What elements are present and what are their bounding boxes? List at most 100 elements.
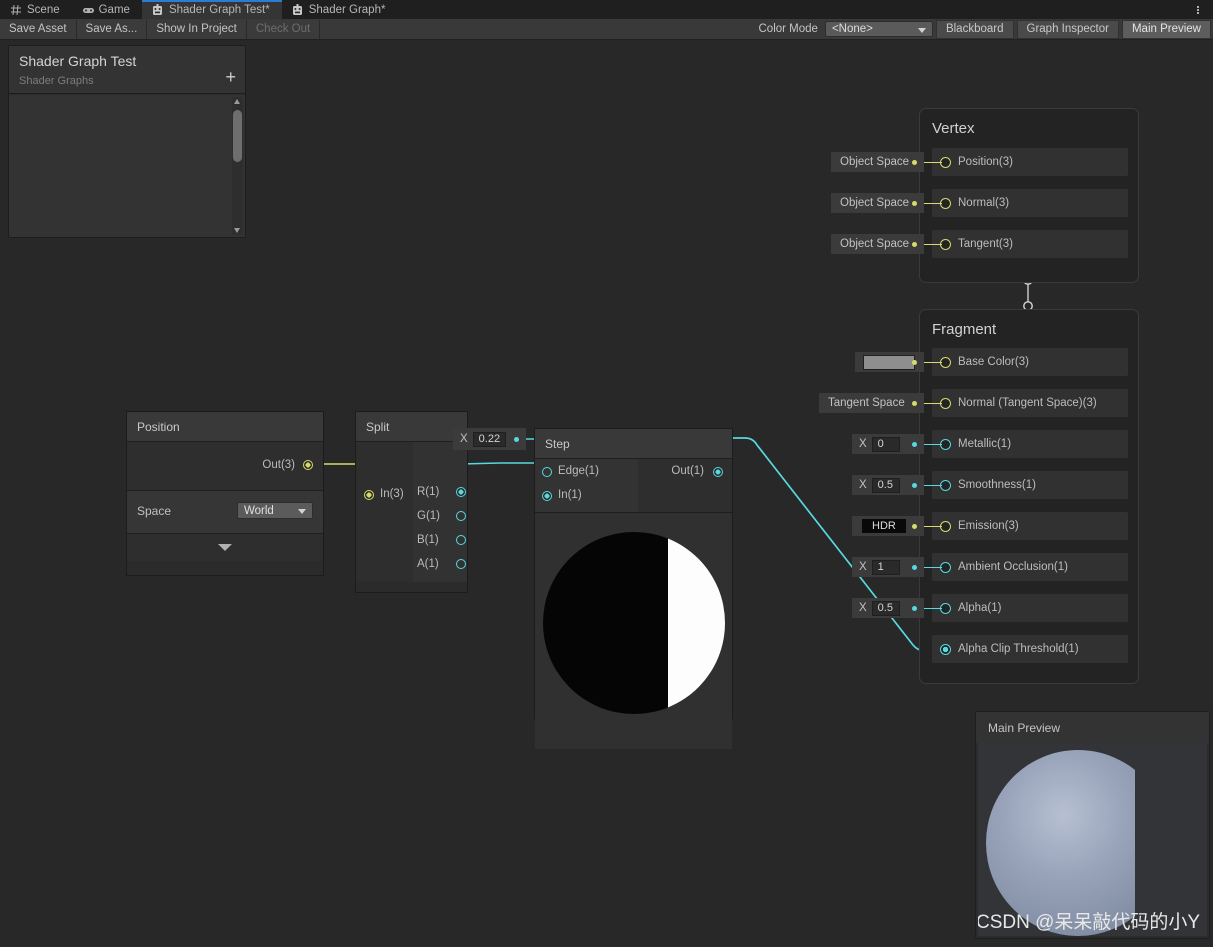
- vertex-normal-space-chip[interactable]: Object Space: [831, 193, 924, 213]
- tab-shader-graph[interactable]: Shader Graph*: [281, 0, 398, 19]
- fragment-normal-space-value: Tangent Space: [828, 397, 905, 409]
- step-edge-value-chip[interactable]: X 0.22: [453, 428, 527, 450]
- fragment-slot-alpha-clip-threshold-label: Alpha Clip Threshold(1): [958, 643, 1079, 655]
- fragment-slot-emission[interactable]: Emission(3): [932, 512, 1128, 540]
- fragment-slot-alpha-clip-threshold[interactable]: Alpha Clip Threshold(1): [932, 635, 1128, 663]
- fragment-metallic-input[interactable]: 0: [871, 436, 900, 452]
- fragment-ambient-occlusion-chip[interactable]: X 1: [852, 557, 924, 577]
- split-out-b-port[interactable]: [456, 535, 466, 545]
- check-out-button: Check Out: [246, 19, 321, 39]
- base-color-swatch[interactable]: [863, 354, 915, 370]
- position-out-port[interactable]: [303, 460, 313, 470]
- fragment-slot-emission-label: Emission(3): [958, 520, 1019, 532]
- save-as-button[interactable]: Save As...: [76, 19, 148, 39]
- split-in-port[interactable]: [364, 490, 374, 500]
- show-in-project-button[interactable]: Show In Project: [147, 19, 247, 39]
- fragment-slot-ambient-occlusion-label: Ambient Occlusion(1): [958, 561, 1068, 573]
- blackboard-subtitle: Shader Graphs: [19, 75, 94, 87]
- step-edge-value-input[interactable]: 0.22: [472, 431, 507, 447]
- split-out-r-label: R(1): [417, 486, 440, 498]
- fragment-ao-chip-dot: [912, 565, 917, 570]
- fragment-smoothness-chip[interactable]: X 0.5: [852, 475, 924, 495]
- chevron-down-icon: [917, 28, 926, 33]
- fragment-slot-ambient-occlusion[interactable]: Ambient Occlusion(1): [932, 553, 1128, 581]
- tab-game[interactable]: Game: [71, 0, 142, 19]
- tab-game-label: Game: [98, 3, 130, 16]
- split-out-r-port[interactable]: [456, 487, 466, 497]
- more-options-icon[interactable]: [1183, 0, 1213, 19]
- color-mode-value: <None>: [831, 23, 873, 35]
- plus-icon[interactable]: +: [225, 68, 236, 86]
- graph-inspector-toggle[interactable]: Graph Inspector: [1016, 19, 1119, 39]
- shadergraph-icon: [152, 3, 164, 16]
- step-edge-chip-dot: [513, 436, 519, 442]
- window-tab-bar: Scene Game Shader Graph Test* Shader Gra…: [0, 0, 1213, 19]
- graph-canvas[interactable]: Shader Graph Test Shader Graphs + Positi…: [0, 41, 1213, 947]
- vertex-position-space-chip[interactable]: Object Space: [831, 152, 924, 172]
- step-in-port[interactable]: [542, 491, 552, 501]
- caret-down-icon[interactable]: [234, 228, 240, 233]
- blackboard-toggle[interactable]: Blackboard: [935, 19, 1014, 39]
- step-edge-chip-dot-wrap: [506, 436, 526, 442]
- master-node-vertex[interactable]: Vertex Position(3) Normal(3) Tangent(3): [917, 108, 1139, 283]
- blackboard-property-list[interactable]: [9, 95, 245, 237]
- node-step[interactable]: Step Edge(1) In(1) Out(1): [534, 428, 733, 749]
- fragment-smoothness-chip-dot: [912, 483, 917, 488]
- fragment-alpha-clip-threshold-port[interactable]: [940, 644, 951, 655]
- tab-scene[interactable]: Scene: [0, 0, 72, 19]
- node-position[interactable]: Position Out(3) Space World: [126, 411, 324, 576]
- fragment-slot-metallic[interactable]: Metallic(1): [932, 430, 1128, 458]
- fragment-alpha-chip[interactable]: X 0.5: [852, 598, 924, 618]
- tab-shader-graph-test[interactable]: Shader Graph Test*: [141, 0, 282, 19]
- fragment-metallic-chip[interactable]: X 0: [852, 434, 924, 454]
- fragment-normal-chip-dot: [912, 401, 917, 406]
- vertex-slot-normal[interactable]: Normal(3): [932, 189, 1128, 217]
- main-preview-panel[interactable]: Main Preview CSDN @呆呆敲代码的小Y: [975, 711, 1210, 939]
- step-preview[interactable]: [535, 513, 732, 749]
- fragment-slot-base-color[interactable]: Base Color(3): [932, 348, 1128, 376]
- fragment-slot-alpha[interactable]: Alpha(1): [932, 594, 1128, 622]
- shadergraph-icon: [292, 3, 304, 16]
- shader-graph-window: Scene Game Shader Graph Test* Shader Gra…: [0, 0, 1213, 947]
- main-preview-toggle[interactable]: Main Preview: [1121, 19, 1211, 39]
- fragment-slot-normal[interactable]: Normal (Tangent Space)(3): [932, 389, 1128, 417]
- node-split[interactable]: Split In(3) R(1) G(1) B(1) A(1): [355, 411, 468, 593]
- fragment-emission-chip[interactable]: HDR: [852, 516, 924, 536]
- step-edge-port[interactable]: [542, 467, 552, 477]
- step-edge-label: Edge(1): [558, 465, 599, 477]
- vertex-normal-space-value: Object Space: [840, 197, 910, 209]
- fragment-alpha-chip-dot: [912, 606, 917, 611]
- fragment-slot-smoothness[interactable]: Smoothness(1): [932, 471, 1128, 499]
- position-expand-button[interactable]: [127, 534, 323, 561]
- step-inputs-group: Edge(1) In(1): [535, 459, 638, 512]
- node-split-title: Split: [356, 412, 467, 441]
- fragment-ao-input[interactable]: 1: [871, 559, 900, 575]
- caret-up-icon[interactable]: [234, 99, 240, 104]
- fragment-smoothness-input[interactable]: 0.5: [871, 477, 900, 493]
- color-mode-dropdown[interactable]: <None>: [824, 21, 933, 37]
- step-out-port[interactable]: [713, 467, 723, 477]
- position-space-dropdown[interactable]: World: [237, 502, 313, 519]
- gamepad-icon: [82, 4, 94, 16]
- scrollbar-thumb[interactable]: [233, 110, 242, 162]
- fragment-slot-metallic-label: Metallic(1): [958, 438, 1012, 450]
- fragment-base-color-chip[interactable]: [855, 352, 924, 372]
- fragment-alpha-axis: X: [859, 602, 867, 614]
- split-out-a-port[interactable]: [456, 559, 466, 569]
- fragment-title: Fragment: [932, 321, 997, 338]
- vertex-slot-position[interactable]: Position(3): [932, 148, 1128, 176]
- main-preview-viewport[interactable]: CSDN @呆呆敲代码的小Y: [978, 743, 1207, 936]
- master-node-fragment[interactable]: Fragment Base Color(3) Normal (Tangent S…: [917, 309, 1139, 684]
- vertex-slot-tangent[interactable]: Tangent(3): [932, 230, 1128, 258]
- save-asset-button[interactable]: Save Asset: [0, 19, 77, 39]
- fragment-emission-hdr-badge[interactable]: HDR: [862, 519, 906, 533]
- fragment-alpha-input[interactable]: 0.5: [871, 600, 900, 616]
- chevron-down-icon: [218, 544, 232, 551]
- fragment-normal-space-chip[interactable]: Tangent Space: [819, 393, 924, 413]
- blackboard-panel[interactable]: Shader Graph Test Shader Graphs +: [8, 45, 246, 238]
- vertex-tangent-chip-dot: [912, 242, 917, 247]
- split-out-g-port[interactable]: [456, 511, 466, 521]
- blackboard-scrollbar[interactable]: [232, 97, 243, 235]
- vertex-tangent-space-chip[interactable]: Object Space: [831, 234, 924, 254]
- blackboard-title: Shader Graph Test: [19, 53, 137, 69]
